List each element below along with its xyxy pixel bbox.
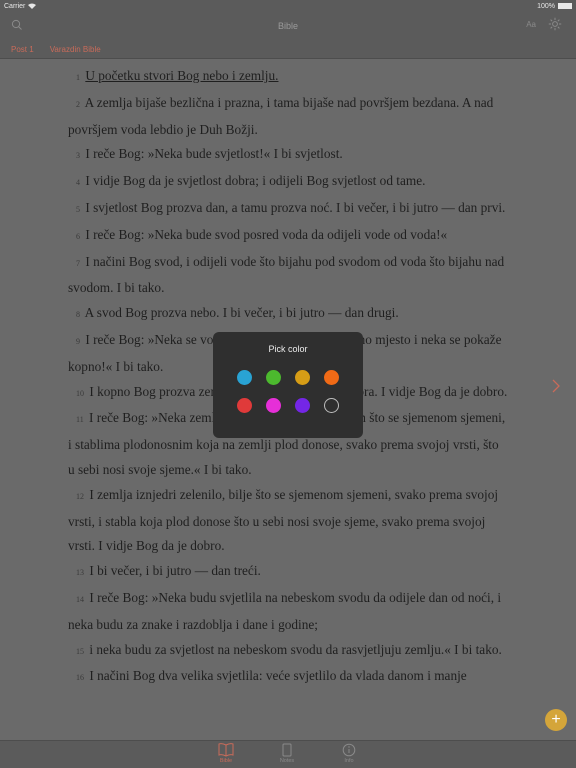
battery-percent: 100% (537, 2, 555, 10)
page-title: Bible (277, 21, 298, 31)
tab-varazdin-bible[interactable]: Varazdin Bible (50, 45, 101, 54)
tab-label: Notes (279, 758, 295, 764)
verse[interactable]: 14 I reče Bog: »Neka budu svjetlila na n… (68, 586, 508, 638)
verse-number: 1 (76, 73, 80, 82)
color-swatch-orange[interactable] (324, 370, 339, 385)
verse-number: 4 (76, 178, 80, 188)
color-swatch-purple[interactable] (295, 398, 310, 413)
verse[interactable]: 7 I načini Bog svod, i odijeli vode što … (68, 250, 508, 302)
book-icon (218, 743, 234, 757)
color-picker-popover: Pick color (213, 332, 363, 438)
tab-info[interactable]: Info (329, 743, 369, 764)
note-icon (282, 743, 292, 757)
tab-bible[interactable]: Bible (206, 743, 246, 764)
verse-text: I načini Bog dva velika svjetlila: veće … (89, 668, 467, 684)
color-swatch-magenta[interactable] (266, 398, 281, 413)
color-swatch-blue[interactable] (237, 370, 252, 385)
verse-number: 15 (76, 646, 84, 656)
verse-text: I reče Bog: »Neka bude svod posred voda … (85, 226, 448, 242)
verse[interactable]: 4 I vidje Bog da je svjetlost dobra; i o… (68, 169, 508, 196)
carrier-label: Carrier (4, 2, 26, 10)
color-swatch-yellow[interactable] (295, 370, 310, 385)
verse[interactable]: 13 I bi večer, i bi jutro — dan treći. (68, 559, 508, 586)
verse[interactable]: 2 A zemlja bijaše bezlična i prazna, i t… (68, 91, 508, 143)
verse-text: i neka budu za svjetlost na nebeskom svo… (89, 641, 502, 657)
verse-number: 9 (76, 336, 80, 346)
color-swatch-red[interactable] (237, 398, 252, 413)
verse-text: I bi večer, i bi jutro — dan treći. (89, 563, 261, 579)
verse-number: 2 (76, 99, 80, 109)
bottom-tab-bar: Bible Notes Info (0, 740, 576, 768)
battery-icon (558, 3, 572, 9)
search-icon[interactable] (10, 18, 24, 32)
verse[interactable]: 1 U početku stvori Bog nebo i zemlju. (68, 64, 508, 91)
verse-number: 7 (76, 258, 80, 268)
tab-label: Info (344, 758, 354, 764)
color-swatch-none[interactable] (324, 398, 339, 413)
verse-number: 11 (76, 415, 84, 425)
verse-text: I reče Bog: »Neka bude svjetlost!« I bi … (85, 146, 343, 162)
tab-notes[interactable]: Notes (267, 743, 307, 764)
verse-number: 13 (76, 568, 84, 578)
verse[interactable]: 8 A svod Bog prozva nebo. I bi večer, i … (68, 301, 508, 328)
tab-label: Bible (219, 758, 233, 764)
nav-bar: Bible Aa (0, 12, 576, 40)
verse-text: U početku stvori Bog nebo i zemlju. (85, 68, 279, 83)
verse-number: 14 (76, 594, 84, 604)
verse-text: A zemlja bijaše bezlična i prazna, i tam… (68, 94, 494, 137)
verse-text: I reče Bog: »Neka budu svjetlila na nebe… (68, 589, 502, 632)
verse[interactable]: 6 I reče Bog: »Neka bude svod posred vod… (68, 223, 508, 250)
verse-text: I vidje Bog da je svjetlost dobra; i odi… (85, 173, 426, 189)
reading-tabs: Post 1 Varazdin Bible (0, 40, 576, 59)
verse[interactable]: 3 I reče Bog: »Neka bude svjetlost!« I b… (68, 142, 508, 169)
color-picker-title: Pick color (268, 344, 308, 354)
verse[interactable]: 5 I svjetlost Bog prozva dan, a tamu pro… (68, 196, 508, 223)
verse-text: I svjetlost Bog prozva dan, a tamu prozv… (85, 199, 506, 215)
verse-number: 16 (76, 673, 84, 683)
verse-number: 6 (76, 231, 80, 241)
verse-text: A svod Bog prozva nebo. I bi večer, i bi… (84, 305, 399, 321)
verse-number: 8 (76, 310, 80, 320)
verse-number: 12 (76, 491, 84, 501)
tab-post-1[interactable]: Post 1 (11, 45, 34, 54)
chevron-right-icon[interactable] (550, 378, 562, 394)
verse-number: 3 (76, 151, 80, 161)
verse[interactable]: 15 i neka budu za svjetlost na nebeskom … (68, 638, 508, 665)
verse-number: 5 (76, 204, 80, 214)
font-size-button[interactable]: Aa (526, 20, 536, 29)
color-swatch-green[interactable] (266, 370, 281, 385)
add-note-button[interactable]: + (545, 709, 567, 731)
verse-number: 10 (76, 388, 84, 398)
sun-icon[interactable] (548, 17, 562, 31)
verse[interactable]: 16 I načini Bog dva velika svjetlila: ve… (68, 664, 508, 691)
status-bar: Carrier 100% (0, 0, 576, 12)
verse-text: I načini Bog svod, i odijeli vode što bi… (68, 253, 505, 296)
info-icon (342, 743, 356, 757)
verse[interactable]: 12 I zemlja iznjedri zelenilo, bilje što… (68, 483, 508, 559)
verse-text: I zemlja iznjedri zelenilo, bilje što se… (68, 486, 499, 554)
wifi-icon (28, 3, 37, 9)
